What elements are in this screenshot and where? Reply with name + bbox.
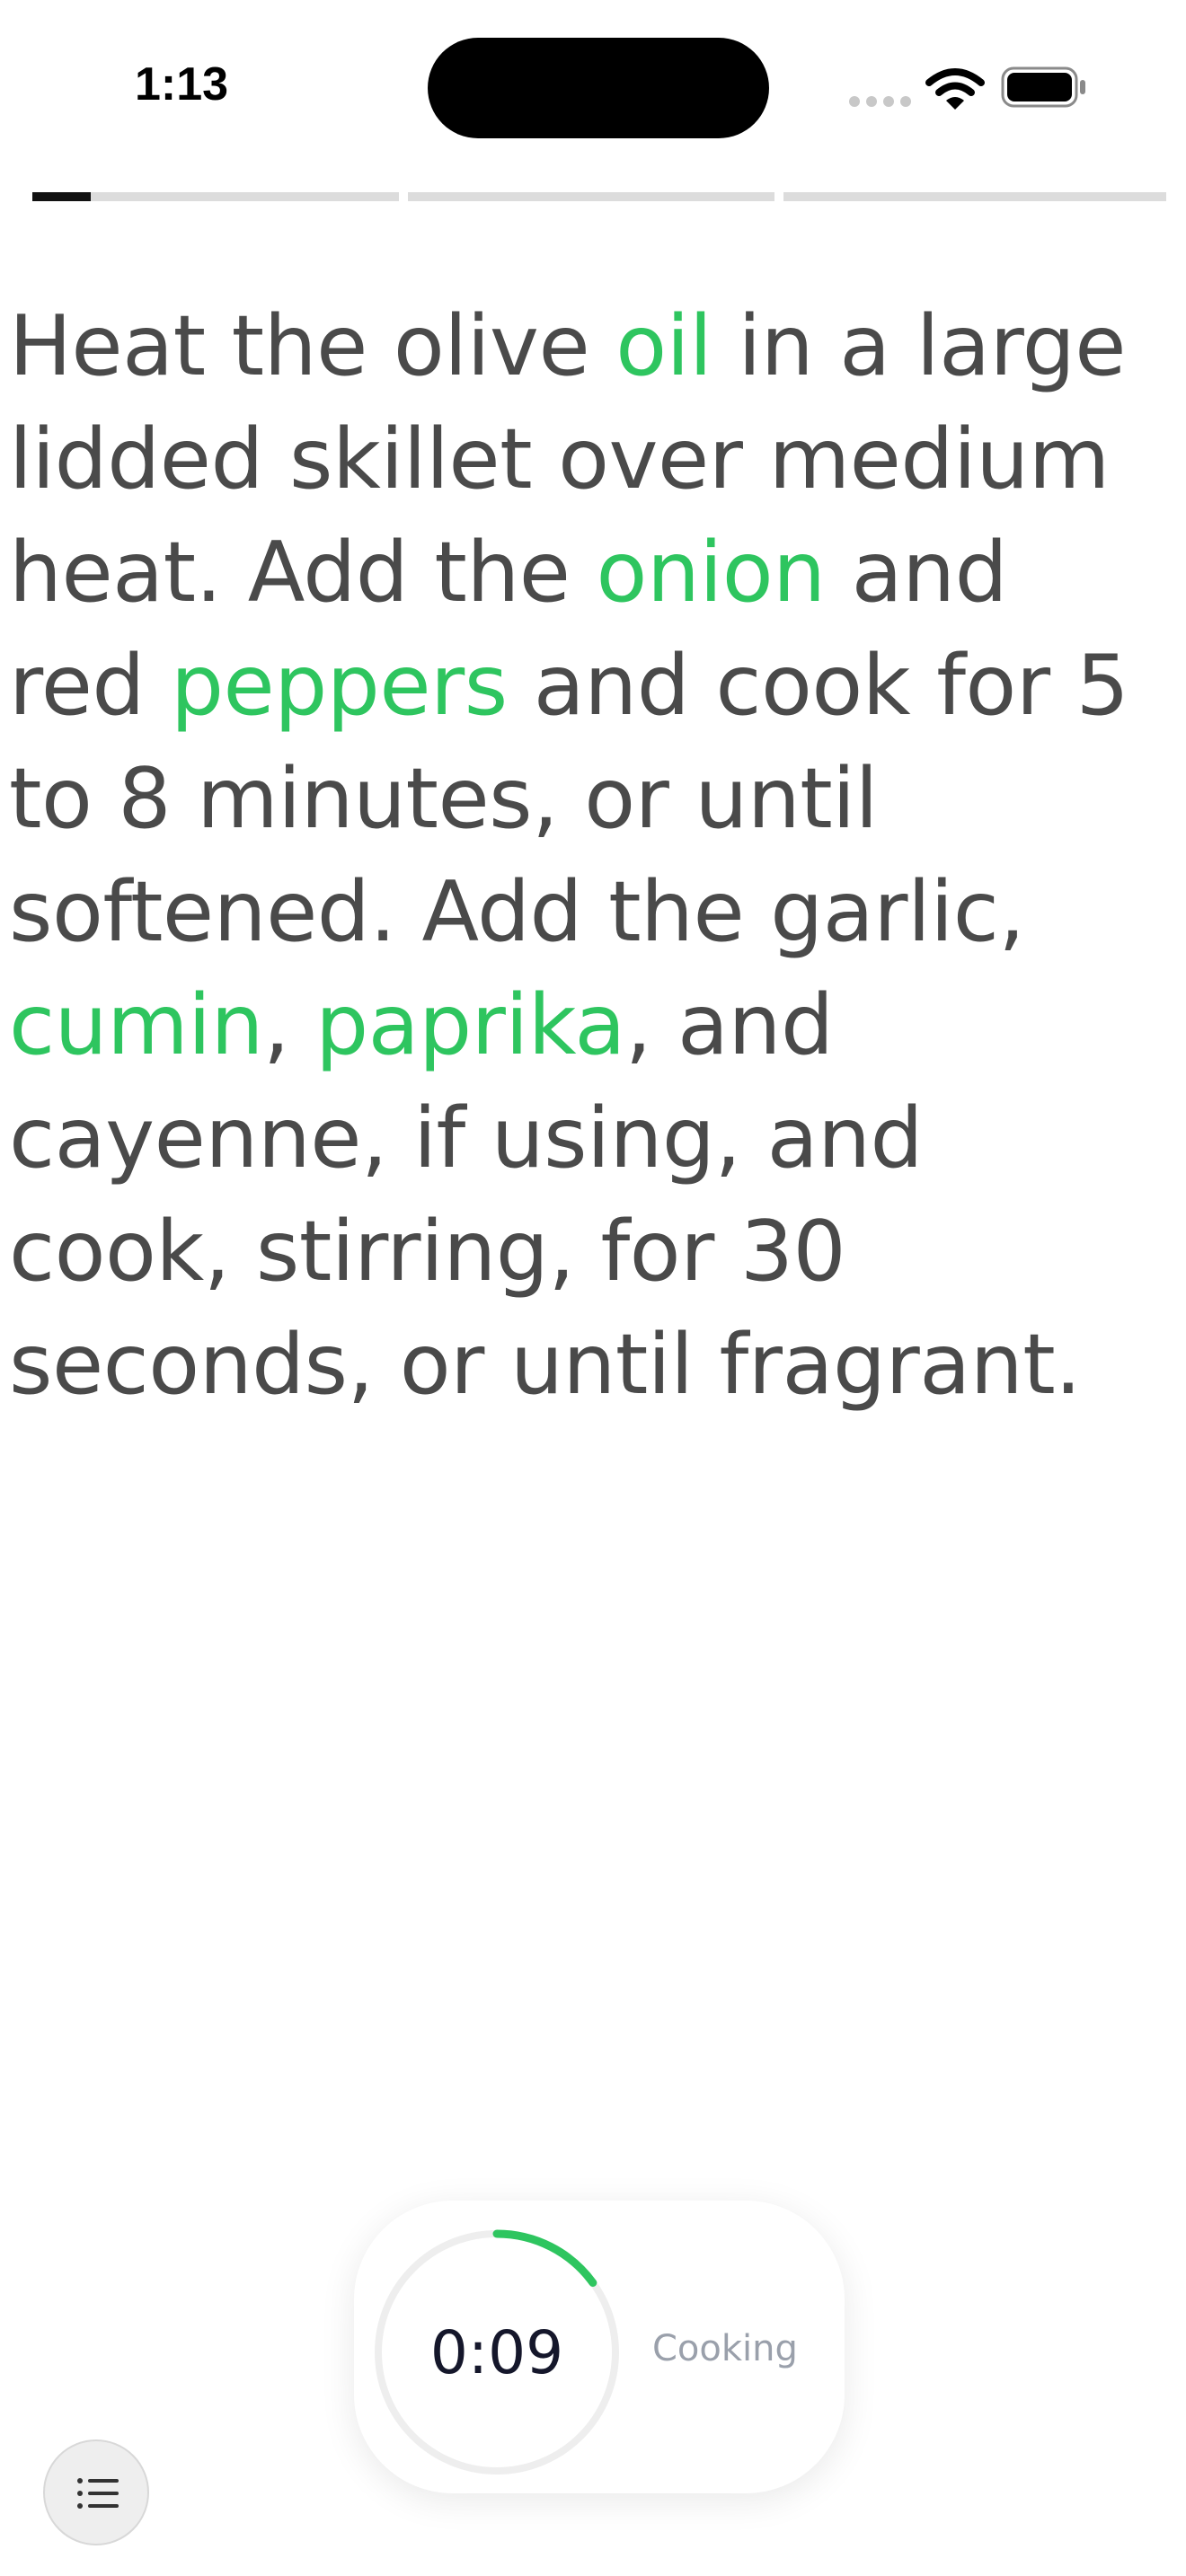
wifi-icon	[925, 68, 985, 110]
status-time: 1:13	[135, 58, 229, 110]
cellular-dots-icon	[849, 96, 911, 107]
step-progress-segment	[32, 192, 399, 201]
timer-time: 0:09	[429, 2317, 564, 2387]
instruction-text-segment: ,	[262, 976, 316, 1073]
instruction-text-segment: Heat the olive	[9, 297, 616, 394]
ingredient-highlight[interactable]: paprika	[315, 976, 625, 1073]
ingredient-highlight[interactable]: cumin	[9, 976, 263, 1073]
timer-label: Cooking	[652, 2328, 798, 2369]
ingredient-highlight[interactable]: oil	[615, 297, 712, 394]
ingredient-highlight[interactable]: peppers	[171, 637, 508, 734]
steps-list-button[interactable]	[43, 2439, 149, 2545]
step-instruction-text: Heat the olive oil in a large lidded ski…	[9, 289, 1168, 1421]
step-progress-bar	[32, 192, 1166, 201]
dynamic-island	[428, 38, 769, 138]
list-icon	[77, 2478, 119, 2509]
cooking-timer[interactable]: 0:09 Cooking	[354, 2201, 845, 2493]
ingredient-highlight[interactable]: onion	[597, 524, 827, 621]
step-progress-segment	[408, 192, 774, 201]
step-progress-segment	[783, 192, 1166, 201]
step-progress-fill	[32, 192, 92, 201]
battery-icon	[1001, 66, 1085, 108]
status-bar: 1:13	[0, 0, 1186, 180]
